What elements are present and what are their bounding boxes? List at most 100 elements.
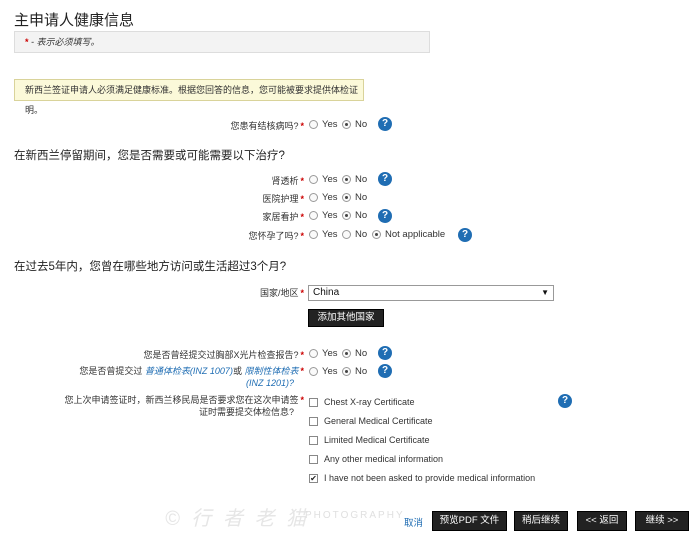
medical-help-icon[interactable]: ? xyxy=(378,364,392,378)
home-care-text: 家居看护 xyxy=(262,212,299,222)
checkbox-label: I have not been asked to provide medical… xyxy=(324,473,536,483)
checkbox-label: General Medical Certificate xyxy=(324,416,433,426)
other-medical-checkbox[interactable]: Any other medical information xyxy=(309,454,443,464)
medical-question-prefix: 您是否曾提交过 xyxy=(79,366,143,376)
tb-question-label: 您患有结核病吗? * xyxy=(14,119,304,132)
hospital-care-text: 医院护理 xyxy=(262,194,299,204)
pregnant-na-radio[interactable]: Not applicable xyxy=(372,229,445,240)
radio-label: Yes xyxy=(322,174,338,185)
tb-yes-radio[interactable]: Yes xyxy=(309,119,338,130)
pregnant-label: 您怀孕了吗? * xyxy=(14,229,304,242)
radio-label: No xyxy=(355,229,368,240)
radio-circle xyxy=(309,367,318,376)
radio-circle xyxy=(342,193,351,202)
chevron-down-icon: ▼ xyxy=(541,288,549,297)
home-care-no-radio[interactable]: No xyxy=(342,210,367,221)
continue-button[interactable]: 继续 >> xyxy=(635,511,689,531)
radio-label: No xyxy=(355,174,368,185)
tb-question-text: 您患有结核病吗? xyxy=(230,121,299,131)
chest-xray-checkbox[interactable]: Chest X-ray Certificate xyxy=(309,397,415,407)
xray-question-label: 您是否曾经提交过胸部X光片检查报告? * xyxy=(14,348,304,361)
checkbox-label: Limited Medical Certificate xyxy=(324,435,430,445)
dialysis-yes-radio[interactable]: Yes xyxy=(309,174,338,185)
radio-label: No xyxy=(355,366,368,377)
xray-help-icon[interactable]: ? xyxy=(378,346,392,360)
tb-required-star: * xyxy=(300,121,304,131)
tb-help-icon[interactable]: ? xyxy=(378,117,392,131)
required-star: * xyxy=(25,37,29,47)
radio-label: No xyxy=(355,210,368,221)
radio-circle xyxy=(342,120,351,129)
home-care-label: 家居看护 * xyxy=(14,210,304,223)
hospital-no-radio[interactable]: No xyxy=(342,192,367,203)
medical-question-label: 您是否曾提交过 普通体检表(INZ 1007)或 限制性体检表 * (INZ 12… xyxy=(14,365,304,389)
inz1007-link[interactable]: 普通体检表(INZ 1007) xyxy=(145,366,233,376)
medical-required-star: * xyxy=(300,366,304,376)
radio-label: No xyxy=(355,119,368,130)
required-note-text: - 表示必须填写。 xyxy=(31,37,100,47)
back-button[interactable]: << 返回 xyxy=(577,511,627,531)
cancel-link[interactable]: 取消 xyxy=(404,515,423,529)
tb-no-radio[interactable]: No xyxy=(342,119,367,130)
radio-circle xyxy=(309,193,318,202)
radio-circle xyxy=(309,120,318,129)
page-title: 主申请人健康信息 xyxy=(14,12,135,29)
dialysis-help-icon[interactable]: ? xyxy=(378,172,392,186)
treatment-heading: 在新西兰停留期间，您是否需要或可能需要以下治疗? xyxy=(14,150,285,162)
checkbox-label: Any other medical information xyxy=(324,454,444,464)
radio-circle xyxy=(342,211,351,220)
xray-question-text: 您是否曾经提交过胸部X光片检查报告? xyxy=(143,350,299,360)
pregnant-required-star: * xyxy=(300,231,304,241)
dialysis-required-star: * xyxy=(300,176,304,186)
not-asked-checkbox[interactable]: ✔ I have not been asked to provide medica… xyxy=(309,473,535,483)
radio-label: Yes xyxy=(322,348,338,359)
general-medical-checkbox[interactable]: General Medical Certificate xyxy=(309,416,433,426)
last-application-label: 您上次申请签证时，新西兰移民局是否要求您在这次申请签 * 证时需要提交体检信息? xyxy=(14,394,304,418)
pregnant-help-icon[interactable]: ? xyxy=(458,228,472,242)
medical-yes-radio[interactable]: Yes xyxy=(309,366,338,377)
limited-medical-checkbox[interactable]: Limited Medical Certificate xyxy=(309,435,430,445)
hospital-required-star: * xyxy=(300,194,304,204)
radio-circle xyxy=(309,175,318,184)
health-notice: 新西兰签证申请人必须满足健康标准。根据您回答的信息，您可能被要求提供体检证明。 xyxy=(14,79,364,115)
country-select[interactable]: China ▼ xyxy=(308,285,554,301)
country-label: 国家/地区 * xyxy=(14,286,304,299)
checkbox-box xyxy=(309,397,318,407)
pregnant-no-radio[interactable]: No xyxy=(342,229,367,240)
last-application-line1: 您上次申请签证时，新西兰移民局是否要求您在这次申请签 xyxy=(64,395,299,405)
country-required-star: * xyxy=(300,288,304,298)
hospital-yes-radio[interactable]: Yes xyxy=(309,192,338,203)
dialysis-no-radio[interactable]: No xyxy=(342,174,367,185)
radio-label: Yes xyxy=(322,366,338,377)
radio-label: Yes xyxy=(322,229,338,240)
radio-label: Yes xyxy=(322,192,338,203)
checkmark-icon: ✔ xyxy=(309,473,318,483)
pregnant-yes-radio[interactable]: Yes xyxy=(309,229,338,240)
hospital-care-label: 医院护理 * xyxy=(14,192,304,205)
inz1201-link-code[interactable]: (INZ 1201)? xyxy=(246,378,294,388)
last-application-line2: 证时需要提交体检信息? xyxy=(198,407,294,417)
radio-circle xyxy=(342,367,351,376)
checkbox-box xyxy=(309,435,318,445)
xray-no-radio[interactable]: No xyxy=(342,348,367,359)
inz1201-link[interactable]: 限制性体检表 xyxy=(244,366,298,376)
home-care-help-icon[interactable]: ? xyxy=(378,209,392,223)
medical-no-radio[interactable]: No xyxy=(342,366,367,377)
save-later-button[interactable]: 稍后继续 xyxy=(514,511,568,531)
radio-circle xyxy=(309,230,318,239)
radio-circle xyxy=(309,211,318,220)
radio-label: Not applicable xyxy=(385,229,446,240)
last-application-help-icon[interactable]: ? xyxy=(558,394,572,408)
country-text: 国家/地区 xyxy=(259,288,299,298)
radio-label: Yes xyxy=(322,210,338,221)
countries-heading: 在过去5年内，您曾在哪些地方访问或生活超过3个月? xyxy=(14,261,287,273)
radio-circle xyxy=(372,230,381,239)
add-country-button[interactable]: 添加其他国家 xyxy=(308,309,384,327)
last-application-required-star: * xyxy=(300,395,304,405)
radio-label: Yes xyxy=(322,119,338,130)
radio-circle xyxy=(342,175,351,184)
preview-pdf-button[interactable]: 预览PDF 文件 xyxy=(432,511,507,531)
xray-yes-radio[interactable]: Yes xyxy=(309,348,338,359)
home-care-yes-radio[interactable]: Yes xyxy=(309,210,338,221)
dialysis-text: 肾透析 xyxy=(271,176,299,186)
